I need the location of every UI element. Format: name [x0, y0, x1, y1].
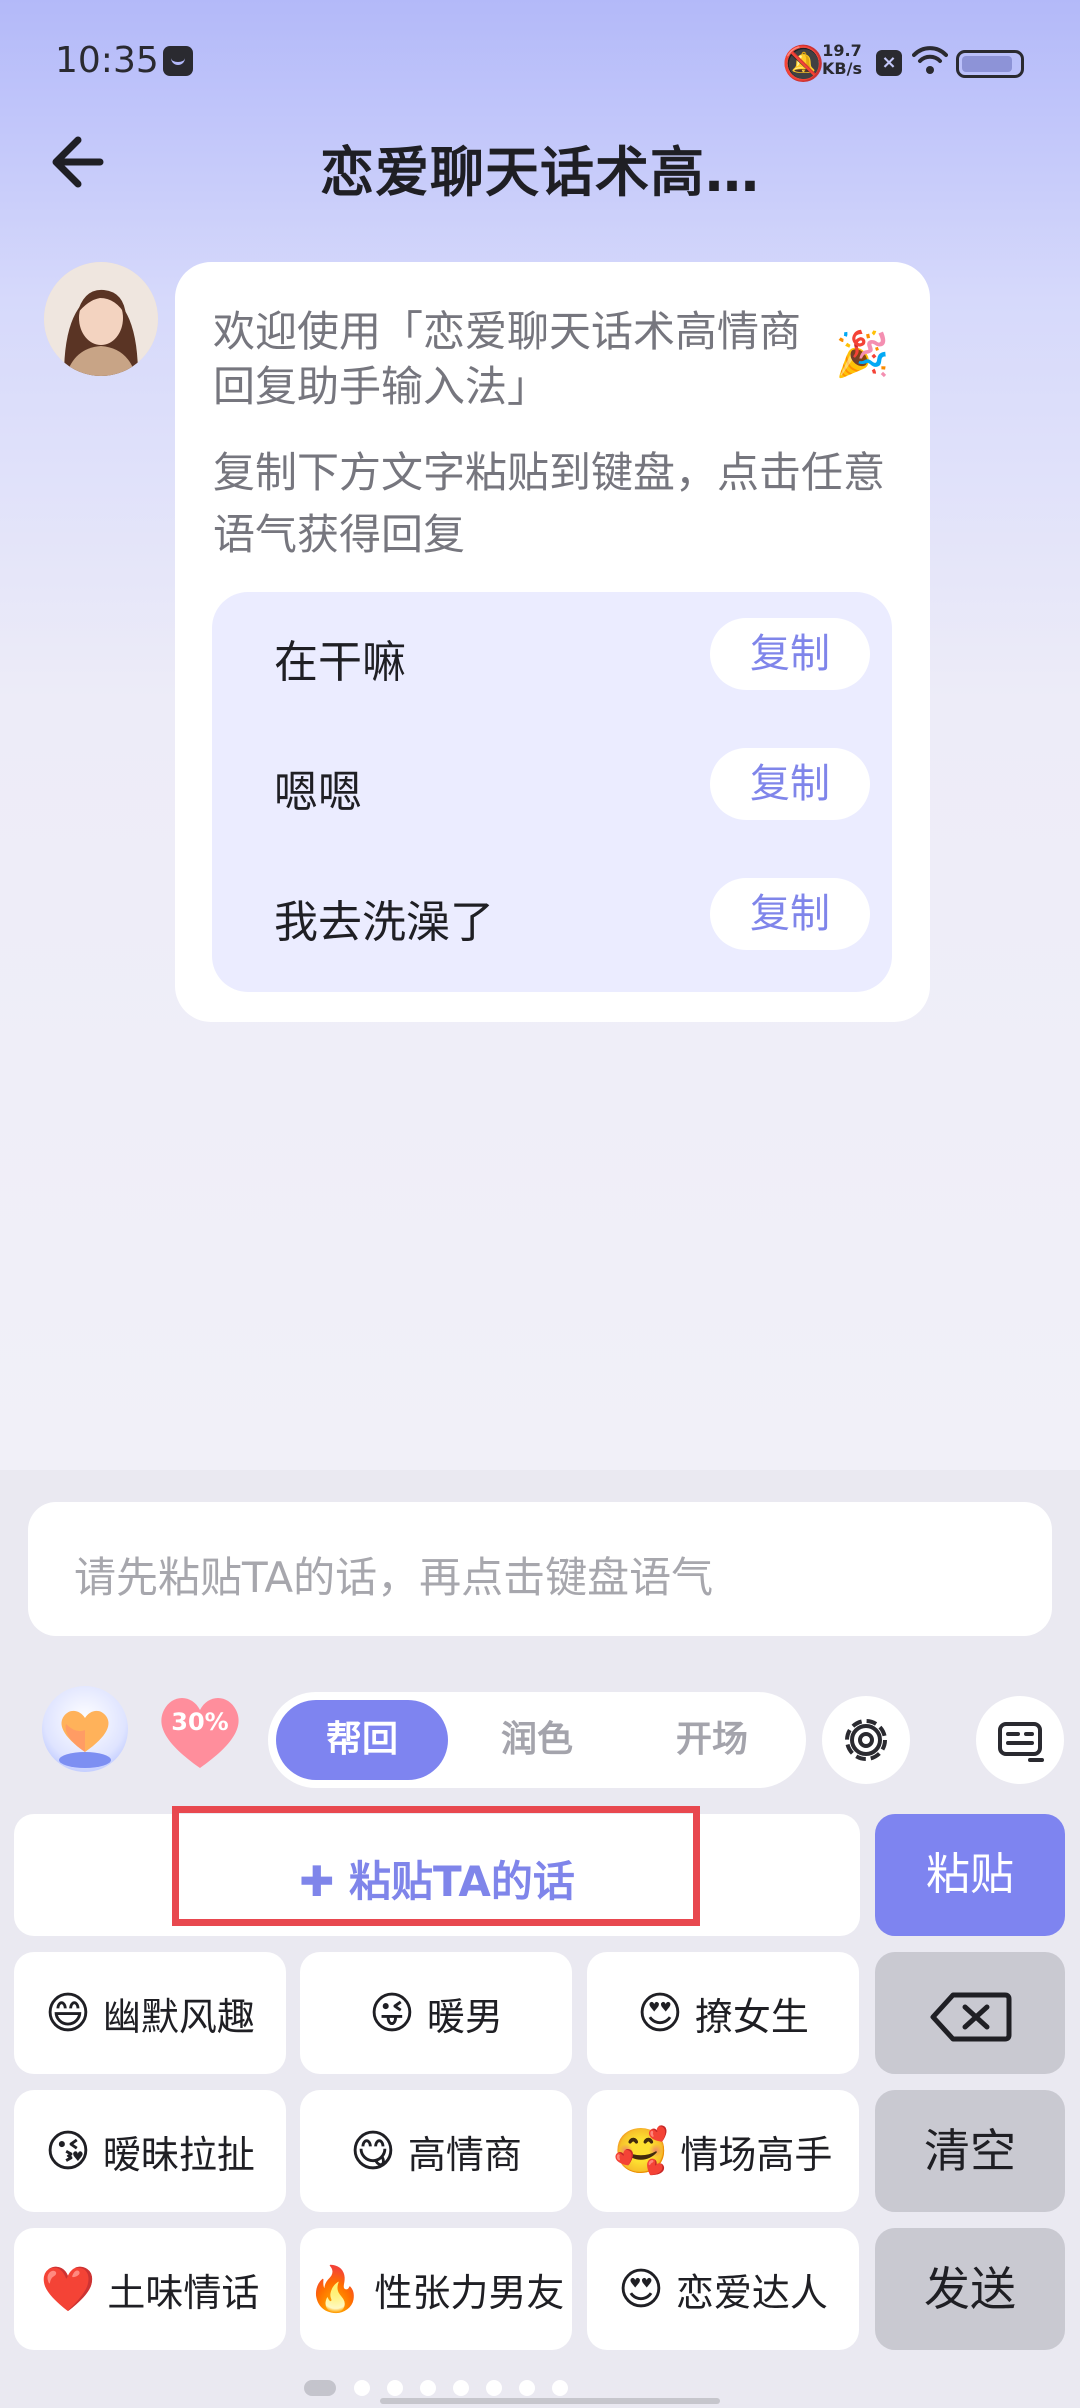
- home-indicator[interactable]: [380, 2398, 720, 2404]
- tone-label: 高情商: [407, 2132, 522, 2177]
- page-dot: [453, 2380, 469, 2396]
- clear-button[interactable]: 清空: [875, 2090, 1065, 2212]
- tone-label: 撩女生: [694, 1994, 809, 2039]
- welcome-bubble: 欢迎使用「恋爱聊天话术高情商回复助手输入法」 🎉 复制下方文字粘贴到键盘，点击任…: [175, 262, 930, 1022]
- message-input[interactable]: 请先粘贴TA的话，再点击键盘语气: [28, 1502, 1052, 1636]
- heart-mascot-icon[interactable]: [42, 1686, 128, 1772]
- status-bar: 10:35 🔕 19.7 KB/s ×: [0, 0, 1080, 120]
- tab-opener[interactable]: 开场: [626, 1700, 798, 1780]
- page-title: 恋爱聊天话术高…: [320, 141, 760, 204]
- battery-level: [962, 56, 1012, 72]
- wink-tongue-icon: 😜: [369, 1987, 415, 2039]
- gear-icon: [845, 1719, 887, 1761]
- network-speed: 19.7 KB/s: [822, 42, 862, 78]
- tone-label: 暧昧拉扯: [102, 2132, 255, 2177]
- page-dot: [519, 2380, 535, 2396]
- status-time: 10:35: [55, 40, 159, 81]
- mode-switch: 帮回 润色 开场: [268, 1692, 806, 1788]
- tab-help-reply[interactable]: 帮回: [276, 1700, 448, 1780]
- tab-polish[interactable]: 润色: [451, 1700, 623, 1780]
- tone-key-high-eq[interactable]: 😋 高情商: [300, 2090, 572, 2212]
- heart-level-text: 30%: [171, 1708, 229, 1736]
- battery-icon: [956, 50, 1024, 78]
- send-button[interactable]: 发送: [875, 2228, 1065, 2350]
- smiling-hearts-icon: 🥰: [613, 2126, 669, 2177]
- party-popper-icon: 🎉: [835, 329, 890, 380]
- tone-key-flirt[interactable]: 😍 撩女生: [587, 1952, 859, 2074]
- phrase-row: 在干嘛 复制: [212, 616, 892, 696]
- page-dot: [354, 2380, 370, 2396]
- tone-key-tension[interactable]: 🔥 性张力男友: [300, 2228, 572, 2350]
- network-speed-value: 19.7: [822, 41, 862, 60]
- tone-key-humorous[interactable]: 😄 幽默风趣: [14, 1952, 286, 2074]
- tone-label: 暖男: [426, 1994, 503, 2039]
- paste-button[interactable]: 粘贴: [875, 1814, 1065, 1936]
- backspace-icon: [930, 1992, 1012, 2041]
- highlight-box: [172, 1806, 700, 1926]
- settings-button[interactable]: [822, 1696, 910, 1784]
- assistant-avatar: [44, 262, 158, 376]
- page-dot: [552, 2380, 568, 2396]
- red-heart-icon: ❤️: [40, 2264, 96, 2315]
- wifi-icon: [912, 46, 948, 74]
- tone-label: 情场高手: [680, 2132, 833, 2177]
- kiss-icon: 😘: [45, 2125, 91, 2177]
- keyboard-switch-button[interactable]: [976, 1696, 1064, 1784]
- keyboard-toolbar: 30% 帮回 润色 开场: [0, 1686, 1080, 1796]
- page-dot: [486, 2380, 502, 2396]
- phrase-row: 我去洗澡了 复制: [212, 876, 892, 956]
- fire-icon: 🔥: [307, 2264, 363, 2315]
- tone-label: 土味情话: [107, 2270, 260, 2315]
- tone-label: 性张力男友: [374, 2270, 565, 2315]
- hint-text: 复制下方文字粘贴到键盘，点击任意语气获得回复: [213, 448, 886, 559]
- network-speed-unit: KB/s: [822, 59, 862, 78]
- tone-key-ambiguous[interactable]: 😘 暧昧拉扯: [14, 2090, 286, 2212]
- heart-eyes-icon: 😍: [618, 2263, 664, 2315]
- welcome-text: 欢迎使用「恋爱聊天话术高情商回复助手输入法」: [213, 307, 802, 411]
- copy-button[interactable]: 复制: [710, 878, 870, 950]
- grin-icon: 😄: [45, 1987, 91, 2039]
- tone-label: 恋爱达人: [675, 2270, 828, 2315]
- page-dot: [420, 2380, 436, 2396]
- copy-button[interactable]: 复制: [710, 748, 870, 820]
- copy-button[interactable]: 复制: [710, 618, 870, 690]
- sample-phrases-card: 在干嘛 复制 嗯嗯 复制 我去洗澡了 复制: [212, 592, 892, 992]
- keyboard-icon: [998, 1722, 1044, 1762]
- heart-level-badge[interactable]: 30%: [152, 1686, 248, 1772]
- phrase-text: 我去洗澡了: [274, 897, 494, 948]
- close-notification-icon: ×: [876, 50, 902, 76]
- page-dot: [304, 2380, 336, 2396]
- phrase-text: 在干嘛: [274, 637, 406, 688]
- bell-muted-icon: 🔕: [782, 44, 825, 84]
- message-notification-icon: [163, 46, 193, 76]
- tone-key-love-expert[interactable]: 🥰 情场高手: [587, 2090, 859, 2212]
- page-dot: [387, 2380, 403, 2396]
- tone-key-cheesy[interactable]: ❤️ 土味情话: [14, 2228, 286, 2350]
- phrase-row: 嗯嗯 复制: [212, 746, 892, 826]
- heart-eyes-icon: 😍: [637, 1987, 683, 2039]
- yum-face-icon: 😋: [350, 2125, 396, 2177]
- tone-key-romance-pro[interactable]: 😍 恋爱达人: [587, 2228, 859, 2350]
- tone-key-warm-guy[interactable]: 😜 暖男: [300, 1952, 572, 2074]
- reply-keyboard: 请先粘贴TA的话，再点击键盘语气 30% 帮回 润色 开场 ✚ 粘贴TA的话 粘…: [0, 1470, 1080, 2408]
- input-placeholder: 请先粘贴TA的话，再点击键盘语气: [74, 1553, 714, 1602]
- phrase-text: 嗯嗯: [274, 767, 362, 818]
- tone-label: 幽默风趣: [102, 1994, 255, 2039]
- backspace-button[interactable]: [875, 1952, 1065, 2074]
